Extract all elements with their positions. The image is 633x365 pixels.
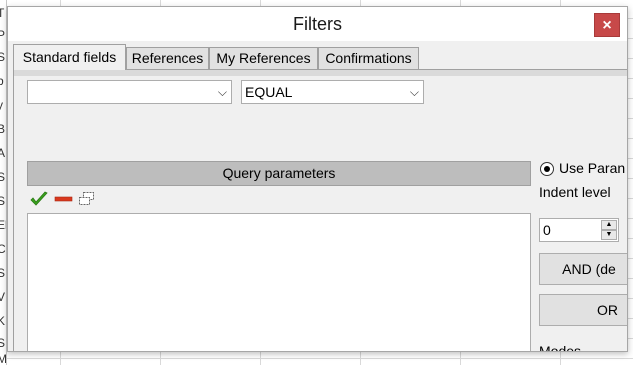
row-label: V (0, 290, 6, 304)
modes-label: Modes (539, 343, 582, 352)
row-label: El (0, 218, 6, 232)
query-parameters-header: Query parameters (27, 161, 531, 186)
stepper-up-icon[interactable]: ▲ (601, 220, 617, 230)
row-label: y (0, 98, 6, 112)
row-label: T (0, 6, 6, 20)
group-icon[interactable] (77, 189, 97, 209)
row-label: b (0, 74, 6, 88)
query-parameters-list[interactable] (27, 213, 531, 351)
checkmark-icon[interactable] (29, 189, 49, 209)
row-label: P (0, 28, 6, 42)
and-button[interactable]: AND (de (539, 253, 627, 285)
row-label: C (0, 242, 6, 256)
indent-level-value: 0 (543, 222, 551, 238)
close-button[interactable]: × (594, 13, 620, 37)
tab-references[interactable]: References (126, 47, 209, 69)
field-select[interactable]: ⌵ (27, 80, 232, 104)
tab-my-references[interactable]: My References (209, 47, 318, 69)
chevron-down-icon: ⌵ (217, 85, 227, 99)
row-label: S (0, 266, 6, 280)
row-label: S (0, 336, 6, 350)
operator-select[interactable]: EQUAL ⌵ (241, 80, 424, 104)
panel-top-strip (14, 70, 627, 76)
indent-level-label: Indent level (539, 184, 611, 200)
stepper-down-icon[interactable]: ▼ (601, 230, 617, 240)
row-label: K (0, 314, 6, 328)
remove-icon[interactable] (54, 189, 74, 209)
chevron-down-icon: ⌵ (409, 85, 419, 99)
indent-level-stepper[interactable]: 0 ▲ ▼ (539, 218, 619, 242)
filters-dialog: Filters × Standard fields References My … (7, 6, 628, 352)
row-label: S (0, 50, 6, 64)
row-label: B (0, 122, 6, 136)
row-label: A (0, 146, 6, 160)
tab-confirmations[interactable]: Confirmations (318, 47, 419, 69)
row-label: S (0, 194, 6, 208)
operator-select-value: EQUAL (245, 84, 293, 100)
dialog-title: Filters (293, 14, 342, 34)
row-label: S (0, 170, 6, 184)
use-parameters-label: Use Paran (559, 160, 626, 176)
use-parameters-radio[interactable] (540, 162, 554, 176)
row-label: M (0, 352, 6, 365)
dialog-titlebar[interactable]: Filters × (8, 7, 627, 41)
tab-standard-fields[interactable]: Standard fields (13, 44, 126, 70)
background-row-labels: T P S b y B A S S El C S V K S M (0, 0, 7, 365)
or-button[interactable]: OR (539, 294, 627, 326)
